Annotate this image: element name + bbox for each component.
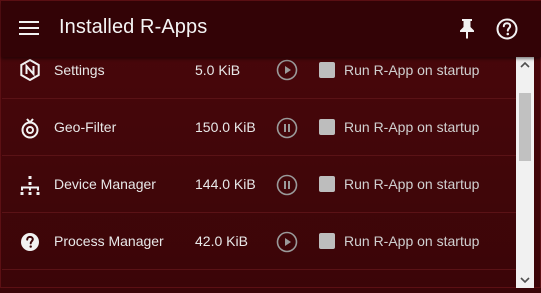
pause-icon[interactable] [276,174,298,196]
app-bar: Installed R-Apps [1,1,541,57]
geo-filter-icon [19,117,41,139]
list-item: Process Manager 42.0 KiB Run R-App on st… [2,213,516,270]
app-size: 5.0 KiB [195,62,241,78]
play-icon[interactable] [276,59,298,81]
startup-checkbox[interactable] [319,176,335,192]
scrollbar[interactable] [516,57,534,288]
startup-checkbox[interactable] [319,119,335,135]
app-name: Geo-Filter [54,119,117,135]
pin-icon[interactable] [456,16,478,40]
nexus-logo-icon [19,58,41,82]
startup-checkbox[interactable] [319,62,335,78]
play-icon[interactable] [276,231,298,253]
app-name: Process Manager [54,233,164,249]
startup-label: Run R-App on startup [344,119,480,135]
scroll-down-arrow-icon[interactable] [516,272,534,288]
app-list: Settings 5.0 KiB Run R-App on startup Ge [2,57,516,288]
pause-icon[interactable] [276,117,298,139]
app-name: Settings [54,62,105,78]
app-size: 150.0 KiB [195,119,256,135]
scrollbar-thumb[interactable] [519,93,531,161]
help-circle-icon[interactable] [495,17,519,41]
startup-checkbox[interactable] [319,233,335,249]
list-item: Device Manager 144.0 KiB Run R-App on st… [2,156,516,213]
device-tree-icon [19,174,41,196]
list-item: Settings 5.0 KiB Run R-App on startup [2,57,516,99]
app-size: 144.0 KiB [195,176,256,192]
startup-label: Run R-App on startup [344,62,480,78]
app-size: 42.0 KiB [195,233,248,249]
app-name: Device Manager [54,176,156,192]
page-title: Installed R-Apps [59,16,208,38]
app-window: Installed R-Apps Settings 5.0 KiB Run R-… [0,0,541,288]
scroll-up-arrow-icon[interactable] [516,57,534,73]
list-item: Geo-Filter 150.0 KiB Run R-App on startu… [2,99,516,156]
question-icon [19,231,41,253]
menu-icon[interactable] [19,19,41,37]
startup-label: Run R-App on startup [344,233,480,249]
startup-label: Run R-App on startup [344,176,480,192]
